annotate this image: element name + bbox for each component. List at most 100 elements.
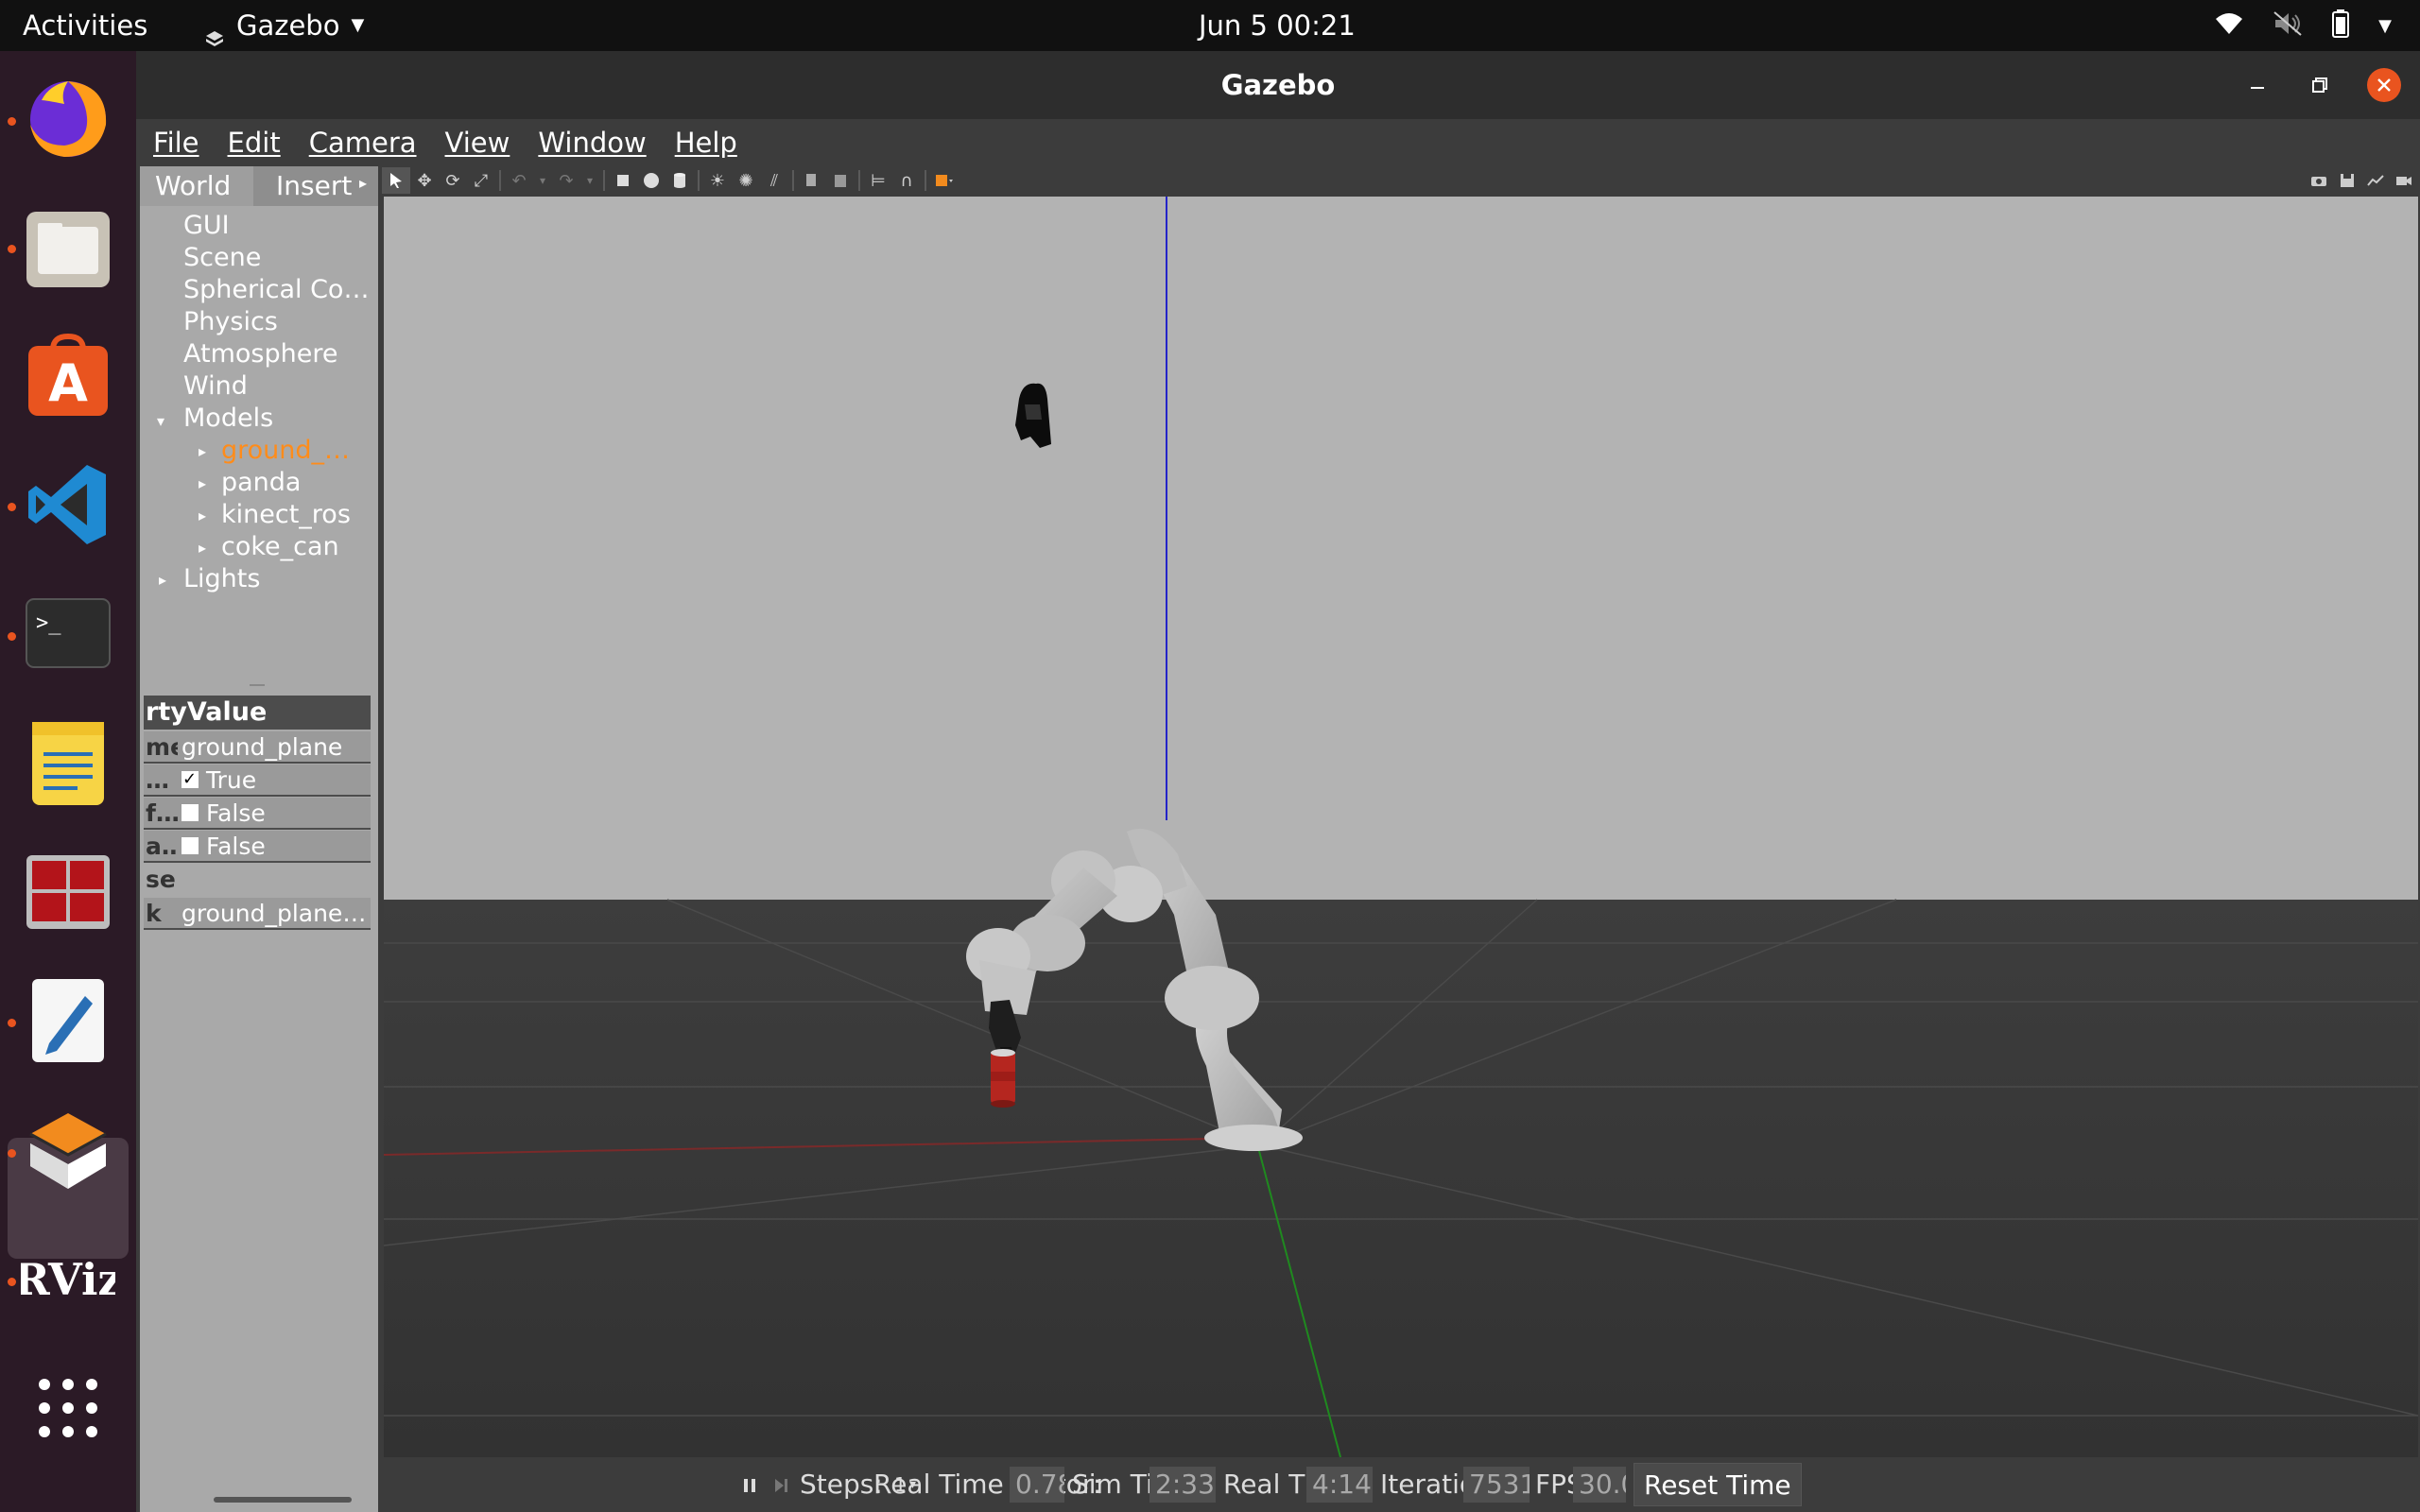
tree-item-atmosphere[interactable]: Atmosphere <box>183 338 337 370</box>
firefox-icon[interactable] <box>21 70 115 164</box>
expand-right-icon[interactable]: ▸ <box>199 507 206 524</box>
vscode-icon[interactable] <box>21 457 115 552</box>
volume-muted-icon <box>2273 10 2303 41</box>
tab-world[interactable]: World <box>140 166 253 206</box>
redo-menu-icon[interactable]: ▾ <box>580 167 599 194</box>
app-grid-icon[interactable] <box>21 1361 115 1455</box>
expand-right-icon[interactable]: ▸ <box>199 539 206 557</box>
cylinder-shape-icon[interactable] <box>666 167 694 194</box>
expand-right-icon[interactable]: ▸ <box>199 474 206 492</box>
checkbox-label: True <box>206 766 257 794</box>
pause-button[interactable] <box>743 1457 756 1512</box>
coke-can <box>991 1049 1015 1108</box>
close-icon <box>2377 78 2391 92</box>
undo-icon[interactable]: ↶ <box>505 167 533 194</box>
running-indicator <box>8 245 16 253</box>
property-row[interactable]: k ground_plane… <box>144 898 371 930</box>
3d-viewport[interactable] <box>384 197 2418 1457</box>
scale-mode-icon[interactable]: ⤢ <box>467 167 495 194</box>
app-menu-label: Gazebo <box>236 9 340 42</box>
spot-light-icon[interactable]: ✺ <box>732 167 760 194</box>
property-value: True <box>182 765 367 797</box>
rviz-icon[interactable]: RViz <box>21 1232 115 1327</box>
dock: A >_ RViz <box>0 51 136 1512</box>
terminator-icon[interactable] <box>21 845 115 939</box>
text-editor-icon[interactable] <box>21 973 115 1068</box>
expand-down-icon[interactable]: ▾ <box>157 412 164 430</box>
tree-item-wind[interactable]: Wind <box>183 370 248 403</box>
gazebo-icon[interactable] <box>21 1104 115 1198</box>
tree-item-scene[interactable]: Scene <box>183 242 261 274</box>
app-menu[interactable]: Gazebo ▼ <box>204 0 364 51</box>
menu-view[interactable]: View <box>434 127 522 159</box>
redo-icon[interactable]: ↷ <box>552 167 580 194</box>
rotate-mode-icon[interactable]: ⟳ <box>439 167 467 194</box>
translate-mode-icon[interactable]: ✥ <box>410 167 439 194</box>
clock[interactable]: Jun 5 00:21 <box>1199 0 1356 51</box>
app-center-icon[interactable]: A <box>21 329 115 423</box>
property-row[interactable]: f… False <box>144 798 371 830</box>
sphere-shape-icon[interactable] <box>637 167 666 194</box>
chevron-down-icon: ▼ <box>2378 15 2392 36</box>
maximize-button[interactable] <box>2303 68 2337 102</box>
activities-button[interactable]: Activities <box>23 0 147 51</box>
tree-item-coke-can[interactable]: coke_can <box>221 531 339 563</box>
step-button[interactable] <box>773 1457 788 1512</box>
minimize-button[interactable] <box>2240 68 2274 102</box>
paste-icon[interactable] <box>826 167 855 194</box>
terminal-icon[interactable]: >_ <box>21 586 115 680</box>
real-time-factor-value: 0.78 <box>1010 1467 1064 1503</box>
tree-item-physics[interactable]: Physics <box>183 306 278 338</box>
tree-item-panda[interactable]: panda <box>221 467 301 499</box>
directional-light-icon[interactable]: ⫽ <box>760 167 788 194</box>
property-row[interactable]: a… False <box>144 831 371 863</box>
wifi-icon <box>2214 11 2244 40</box>
gazebo-small-icon <box>204 15 225 46</box>
splitter-handle[interactable] <box>250 684 265 686</box>
property-key: a… <box>146 833 178 860</box>
property-section[interactable]: se <box>144 864 371 896</box>
tree-item-kinect-ros[interactable]: kinect_ros <box>221 499 351 531</box>
log-icon[interactable] <box>2333 167 2361 194</box>
point-light-icon[interactable]: ☀ <box>703 167 732 194</box>
select-mode-icon[interactable] <box>382 167 410 194</box>
tree-item-lights[interactable]: Lights <box>183 563 260 595</box>
menu-camera[interactable]: Camera <box>298 127 428 159</box>
tree-item-spherical-coordinates[interactable]: Spherical Co… <box>183 274 378 306</box>
tree-item-ground-plane[interactable]: ground_… <box>221 435 376 467</box>
gazebo-window: Gazebo File Edit Camera View Window Help… <box>136 51 2420 1512</box>
tree-item-gui[interactable]: GUI <box>183 210 230 242</box>
menu-edit[interactable]: Edit <box>216 127 292 159</box>
files-icon[interactable] <box>21 200 115 295</box>
reset-time-button[interactable]: Reset Time <box>1634 1463 1802 1506</box>
tree-item-models[interactable]: Models <box>183 403 273 435</box>
notes-icon[interactable] <box>21 716 115 811</box>
property-row[interactable]: me ground_plane <box>144 731 371 764</box>
copy-icon[interactable] <box>798 167 826 194</box>
checkbox[interactable] <box>182 837 199 854</box>
property-row[interactable]: … True <box>144 765 371 797</box>
video-record-icon[interactable] <box>2390 167 2418 194</box>
snap-icon[interactable]: ∩ <box>892 167 921 194</box>
checkbox[interactable] <box>182 765 199 796</box>
menu-file[interactable]: File <box>142 127 211 159</box>
align-icon[interactable]: ⊨ <box>864 167 892 194</box>
undo-menu-icon[interactable]: ▾ <box>533 167 552 194</box>
close-button[interactable] <box>2367 68 2401 102</box>
battery-icon <box>2331 9 2350 42</box>
plot-icon[interactable] <box>2361 167 2390 194</box>
change-view-icon[interactable] <box>930 167 959 194</box>
scroll-right-icon[interactable]: ▸ <box>359 174 367 192</box>
checkbox[interactable] <box>182 804 199 821</box>
running-indicator <box>8 1149 16 1158</box>
menu-help[interactable]: Help <box>664 127 749 159</box>
box-shape-icon[interactable] <box>609 167 637 194</box>
expand-right-icon[interactable]: ▸ <box>159 571 166 589</box>
horizontal-scrollbar[interactable] <box>214 1497 352 1503</box>
toolbar-separator <box>603 170 605 191</box>
title-bar[interactable]: Gazebo <box>136 51 2420 119</box>
system-tray[interactable]: ▼ <box>2214 0 2392 51</box>
expand-right-icon[interactable]: ▸ <box>199 442 206 460</box>
screenshot-icon[interactable] <box>2305 167 2333 194</box>
menu-window[interactable]: Window <box>527 127 657 159</box>
